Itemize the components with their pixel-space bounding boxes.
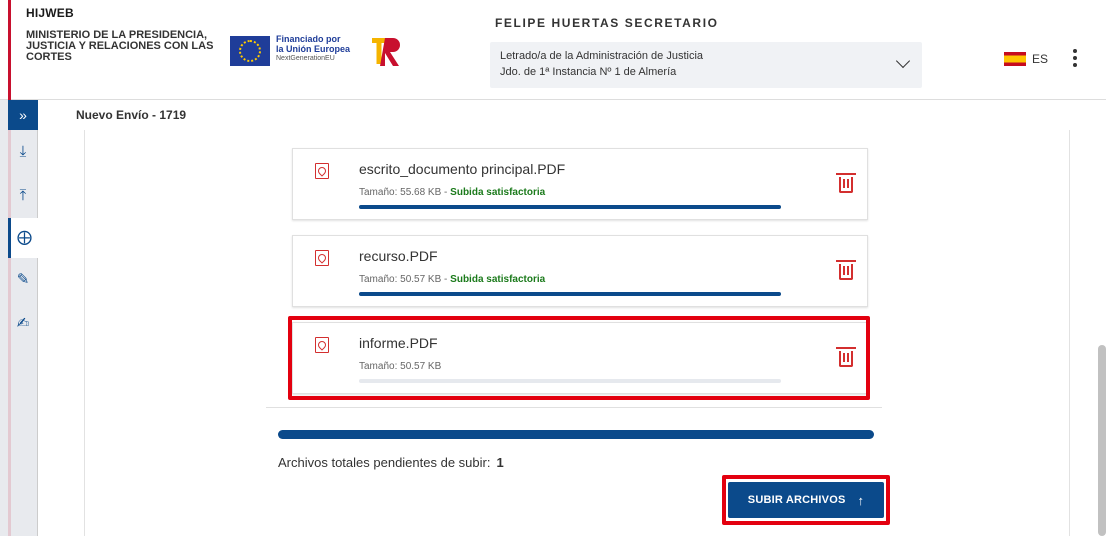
eu-line-2: la Unión Europea [276, 44, 351, 54]
upload-status: Subida satisfactoria [450, 274, 546, 285]
language-code: ES [1032, 52, 1049, 66]
pdf-icon [315, 163, 329, 179]
eu-line-3: NextGenerationEU [276, 55, 335, 62]
breadcrumb: Nuevo Envío - 1719 [76, 108, 187, 122]
scrollbar-thumb[interactable] [1098, 345, 1106, 536]
more-options-icon[interactable] [1070, 46, 1080, 74]
file-item: escrito_documento principal.PDF Tamaño: … [292, 148, 868, 220]
user-name: FELIPE HUERTAS SECRETARIO [495, 16, 719, 30]
role-line-2: Jdo. de 1ª Instancia Nº 1 de Almería [500, 66, 677, 78]
brand-accent-bar [8, 0, 11, 100]
highlight-box [722, 475, 890, 525]
meta-separator: - [441, 187, 451, 198]
upload-progress [359, 205, 781, 209]
trash-icon[interactable] [836, 260, 856, 280]
file-meta: Tamaño: 50.57 KB - Subida satisfactoria [359, 274, 545, 285]
eu-line-1: Financiado por [276, 34, 341, 44]
upload-icon[interactable]: ⤒ [8, 176, 38, 216]
sign-document-icon[interactable]: ✍ [8, 304, 38, 344]
meta-separator: - [441, 274, 451, 285]
trash-icon[interactable] [836, 173, 856, 193]
file-size: Tamaño: 50.57 KB [359, 274, 442, 285]
file-name: escrito_documento principal.PDF [359, 161, 566, 177]
download-icon[interactable]: ⤓ [8, 132, 38, 172]
file-name: recurso.PDF [359, 248, 438, 264]
eu-flag-logo [230, 36, 270, 66]
highlight-box [288, 316, 870, 400]
eu-funding-text: Financiado por la Unión Europea NextGene… [276, 34, 350, 64]
language-selector[interactable]: ES [1004, 52, 1048, 66]
pending-label: Archivos totales pendientes de subir: [278, 455, 491, 470]
role-line-1: Letrado/a de la Administración de Justic… [500, 50, 704, 62]
pending-count: 1 [496, 455, 504, 470]
sidebar: » ⤓ ⤒ ⨁ ✎ ✍ [0, 100, 38, 536]
recovery-plan-logo [372, 38, 400, 66]
app-header: HIJWEB MINISTERIO DE LA PRESIDENCIA, JUS… [0, 0, 1106, 100]
brand-block[interactable]: HIJWEB MINISTERIO DE LA PRESIDENCIA, JUS… [26, 6, 216, 63]
upload-progress [359, 292, 781, 296]
divider [266, 407, 882, 408]
ministry-name: MINISTERIO DE LA PRESIDENCIA, JUSTICIA Y… [26, 29, 214, 63]
role-select[interactable]: Letrado/a de la Administración de Justic… [490, 42, 922, 88]
spain-flag-icon [1004, 52, 1026, 66]
new-document-icon[interactable]: ⨁ [8, 218, 38, 258]
app-name: HIJWEB [26, 6, 74, 20]
pending-files: Archivos totales pendientes de subir: 1 [278, 455, 504, 470]
edit-document-icon[interactable]: ✎ [8, 260, 38, 300]
file-size: Tamaño: 55.68 KB [359, 187, 442, 198]
pdf-icon [315, 250, 329, 266]
upload-status: Subida satisfactoria [450, 187, 546, 198]
file-item: recurso.PDF Tamaño: 50.57 KB - Subida sa… [292, 235, 868, 307]
total-progress-bar [278, 430, 874, 439]
chevrons-right-icon[interactable]: » [8, 100, 38, 130]
file-meta: Tamaño: 55.68 KB - Subida satisfactoria [359, 187, 545, 198]
